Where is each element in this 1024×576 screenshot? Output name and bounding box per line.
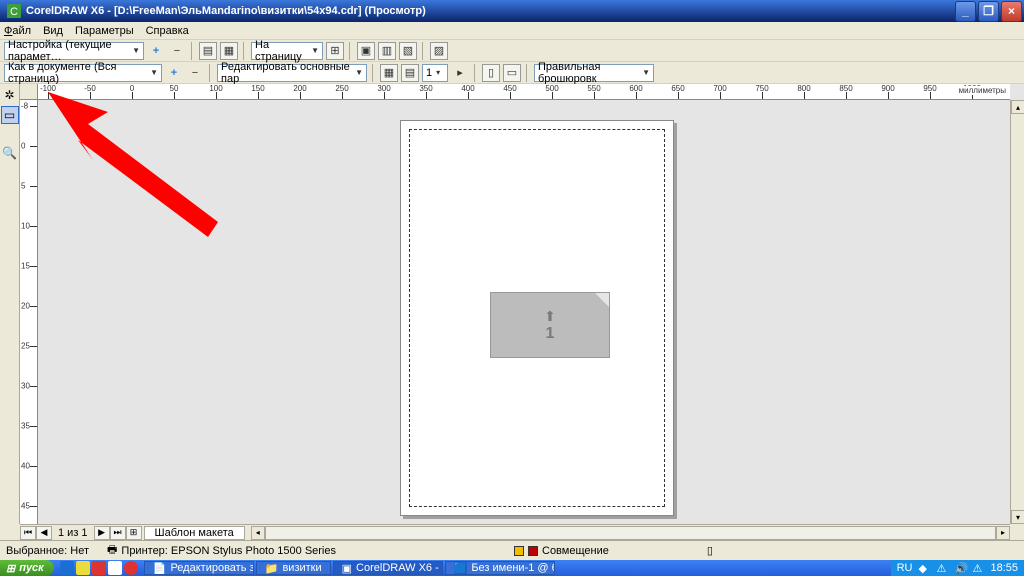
status-bar: Выбранное: Нет 🖶Принтер: EPSON Stylus Ph… <box>0 540 1024 560</box>
tool-d-icon[interactable]: ▨ <box>430 42 448 60</box>
page-icon[interactable]: ▯ <box>482 64 500 82</box>
image-placeholder: ⬆ 1 <box>490 292 610 358</box>
system-tray: RU ◆ ⚠ 🔊 ⚠ 18:55 <box>891 560 1024 576</box>
task-item-2[interactable]: 📁визитки <box>256 561 331 575</box>
minimize-button[interactable]: _ <box>955 1 976 22</box>
tray-icon-4[interactable]: ⚠ <box>972 562 984 574</box>
page-preview: ⬆ 1 <box>400 120 674 516</box>
add-page-button[interactable]: ⊞ <box>126 526 142 540</box>
ql-app-icon[interactable] <box>92 561 106 575</box>
windows-logo-icon: ⊞ <box>6 562 15 575</box>
task2-icon: 📁 <box>265 562 279 575</box>
layout-btn-2[interactable]: ▦ <box>220 42 238 60</box>
selection-status: Выбранное: Нет <box>6 545 89 557</box>
menu-file[interactable]: Файл <box>4 25 31 37</box>
scroll-down-button[interactable]: ▾ <box>1011 510 1024 524</box>
lang-indicator[interactable]: RU <box>897 562 913 574</box>
vertical-ruler[interactable]: -8051015202530354045 <box>20 100 38 524</box>
next-page-button[interactable]: ▶ <box>94 526 110 540</box>
impose-status: Совмещение <box>514 545 609 557</box>
task4-icon: 🟦 <box>454 562 468 575</box>
horizontal-ruler[interactable]: -100-50050100150200250300350400450500550… <box>38 84 1010 100</box>
prev-page-button[interactable]: ◀ <box>36 526 52 540</box>
last-page-button[interactable]: ⏭ <box>110 526 126 540</box>
task-item-4[interactable]: 🟦Без имени-1 @ 66,7… <box>445 561 555 575</box>
task3-icon: ▣ <box>342 562 352 575</box>
toolbar-row-1: Настройка (текущие парамет…▼ + − ▤ ▦ На … <box>0 40 1024 62</box>
horizontal-scrollbar[interactable]: ◂ ▸ <box>251 526 1010 540</box>
fold-corner-icon <box>595 293 609 307</box>
start-button[interactable]: ⊞пуск <box>0 560 54 576</box>
toolbar-row-2: Как в документе (Вся страница)▼ + − Реда… <box>0 62 1024 84</box>
canvas[interactable]: ⬆ 1 <box>38 100 1010 524</box>
remove-preset-button[interactable]: − <box>168 42 186 60</box>
window-titlebar: C CorelDRAW X6 - [D:\FreeMan\ЭльMandarin… <box>0 0 1024 22</box>
placeholder-number: 1 <box>546 325 555 343</box>
magnifier-icon[interactable]: 🔍 <box>1 144 19 162</box>
count-spinner[interactable]: 1▾ <box>422 64 448 82</box>
vertical-scrollbar[interactable]: ▴ ▾ <box>1010 100 1024 524</box>
menu-params[interactable]: Параметры <box>75 25 134 37</box>
maximize-button[interactable]: ❐ <box>978 1 999 22</box>
scroll-left-button[interactable]: ◂ <box>251 526 265 540</box>
svg-text:C: C <box>10 6 18 18</box>
up-arrow-icon: ⬆ <box>544 308 556 325</box>
tool-dock: ✲ ▭ 🔍 <box>0 84 20 524</box>
grid2-icon[interactable]: ▤ <box>401 64 419 82</box>
tray-icon-1[interactable]: ◆ <box>918 562 930 574</box>
tool-a-icon[interactable]: ▣ <box>357 42 375 60</box>
add-preset-button[interactable]: + <box>147 42 165 60</box>
menu-view[interactable]: Вид <box>43 25 63 37</box>
ruler-corner <box>20 84 38 100</box>
next-icon[interactable]: ▸ <box>451 64 469 82</box>
printer-icon: 🖶 <box>107 541 117 560</box>
menu-help[interactable]: Справка <box>146 25 189 37</box>
zoom-tool-icon[interactable]: ▭ <box>1 106 19 124</box>
brochure-dropdown[interactable]: Правильная брошюровк▼ <box>534 64 654 82</box>
tool-b-icon[interactable]: ▥ <box>378 42 396 60</box>
app-icon: C <box>6 3 22 19</box>
task-item-1[interactable]: 📄Редактировать зап… <box>144 561 254 575</box>
ruler-unit-label: миллиметры <box>957 86 1008 95</box>
page-tab[interactable]: Шаблон макета <box>144 526 245 540</box>
menubar: Файл Вид Параметры Справка <box>0 22 1024 40</box>
page-indicator: 1 из 1 <box>52 527 94 539</box>
first-page-button[interactable]: ⏮ <box>20 526 36 540</box>
remove-doc-button[interactable]: − <box>186 64 204 82</box>
quick-launch <box>60 561 138 575</box>
main-area: ✲ ▭ 🔍 -100-50050100150200250300350400450… <box>0 84 1024 524</box>
window-title: CorelDRAW X6 - [D:\FreeMan\ЭльMandarino\… <box>26 5 953 17</box>
swatch-icon <box>514 546 524 556</box>
zoom-dropdown[interactable]: На страницу▼ <box>251 42 323 60</box>
page-margin: ⬆ 1 <box>409 129 665 507</box>
scroll-up-button[interactable]: ▴ <box>1011 100 1024 114</box>
taskbar: ⊞пуск 📄Редактировать зап… 📁визитки ▣Core… <box>0 560 1024 576</box>
tray-icon-3[interactable]: 🔊 <box>954 562 966 574</box>
page2-icon[interactable]: ▭ <box>503 64 521 82</box>
add-doc-button[interactable]: + <box>165 64 183 82</box>
ql-app3-icon[interactable] <box>124 561 138 575</box>
tool-c-icon[interactable]: ▧ <box>399 42 417 60</box>
fit-button[interactable]: ⊞ <box>326 42 344 60</box>
task-item-3[interactable]: ▣CorelDRAW X6 - [D:\… <box>333 561 443 575</box>
ql-ie-icon[interactable] <box>60 561 74 575</box>
swatch2-icon <box>528 546 538 556</box>
ql-folder-icon[interactable] <box>76 561 90 575</box>
extra-status-icon: ▯ <box>707 544 713 557</box>
printer-status: 🖶Принтер: EPSON Stylus Photo 1500 Series <box>107 541 336 560</box>
tray-icon-2[interactable]: ⚠ <box>936 562 948 574</box>
grid-icon[interactable]: ▦ <box>380 64 398 82</box>
preset-dropdown[interactable]: Настройка (текущие парамет…▼ <box>4 42 144 60</box>
pick-tool-icon[interactable]: ✲ <box>1 86 19 104</box>
edit-dropdown[interactable]: Редактировать основные пар▼ <box>217 64 367 82</box>
layout-btn-1[interactable]: ▤ <box>199 42 217 60</box>
page-navigator: ⏮ ◀ 1 из 1 ▶ ⏭ ⊞ Шаблон макета ◂ ▸ <box>20 524 1010 540</box>
close-button[interactable]: × <box>1001 1 1022 22</box>
clock[interactable]: 18:55 <box>990 562 1018 574</box>
ql-app2-icon[interactable] <box>108 561 122 575</box>
doc-dropdown[interactable]: Как в документе (Вся страница)▼ <box>4 64 162 82</box>
workspace: -100-50050100150200250300350400450500550… <box>20 84 1024 524</box>
task1-icon: 📄 <box>153 562 167 575</box>
scroll-right-button[interactable]: ▸ <box>996 526 1010 540</box>
